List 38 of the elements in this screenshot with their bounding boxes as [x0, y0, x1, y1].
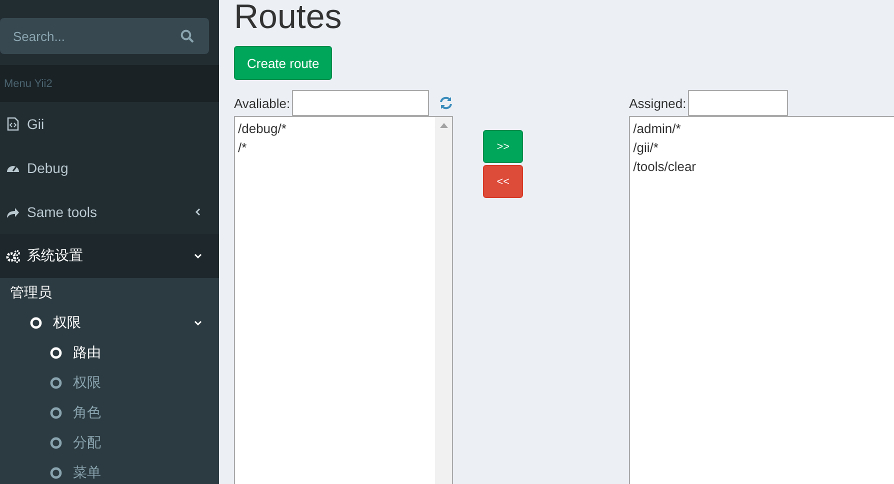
remove-button[interactable]: <<	[483, 165, 524, 198]
circle-icon	[50, 377, 62, 389]
route-option[interactable]: /gii/*	[633, 138, 894, 157]
submenu-item[interactable]: 权限	[0, 368, 219, 398]
submenu-item[interactable]: 角色	[0, 398, 219, 428]
circle-icon	[30, 317, 42, 329]
search-field[interactable]: Search...	[0, 18, 209, 54]
page-title: Routes	[234, 0, 343, 38]
route-option[interactable]: /admin/*	[633, 119, 894, 138]
menu-item[interactable]: Same tools	[0, 190, 219, 234]
scroll-up-icon	[440, 123, 448, 128]
route-option[interactable]: /debug/*	[238, 119, 432, 138]
menu-item[interactable]: Gii	[0, 102, 219, 146]
refresh-icon	[439, 96, 454, 110]
route-list[interactable]: /debug/* /*	[234, 116, 454, 484]
submenu-item[interactable]: 路由	[0, 338, 219, 368]
search-icon	[180, 29, 194, 43]
route-list[interactable]: /admin/* /gii/* /tools/clear	[629, 116, 894, 484]
gears-icon	[6, 249, 20, 263]
scrollbar[interactable]	[435, 117, 452, 484]
circle-icon	[50, 467, 62, 479]
submenu-item[interactable]: 权限	[0, 308, 219, 338]
file-icon	[6, 117, 20, 131]
route-option[interactable]: /*	[238, 138, 432, 157]
field-label: Assigned:	[629, 96, 686, 110]
filter-field[interactable]	[688, 90, 788, 116]
menu-item[interactable]: 系统设置	[0, 234, 219, 278]
submenu-item[interactable]: 管理员	[0, 278, 219, 308]
route-option[interactable]: /tools/clear	[633, 157, 894, 176]
submenu-item[interactable]: 菜单	[0, 458, 219, 484]
field-label: Avaliable:	[234, 96, 290, 110]
filter-field[interactable]	[292, 90, 430, 116]
circle-icon	[50, 347, 62, 359]
circle-icon	[50, 407, 62, 419]
submenu-item[interactable]: 分配	[0, 428, 219, 458]
menu-header: Menu Yii2	[4, 78, 52, 90]
circle-icon	[50, 437, 62, 449]
menu-item[interactable]: Debug	[0, 146, 219, 190]
